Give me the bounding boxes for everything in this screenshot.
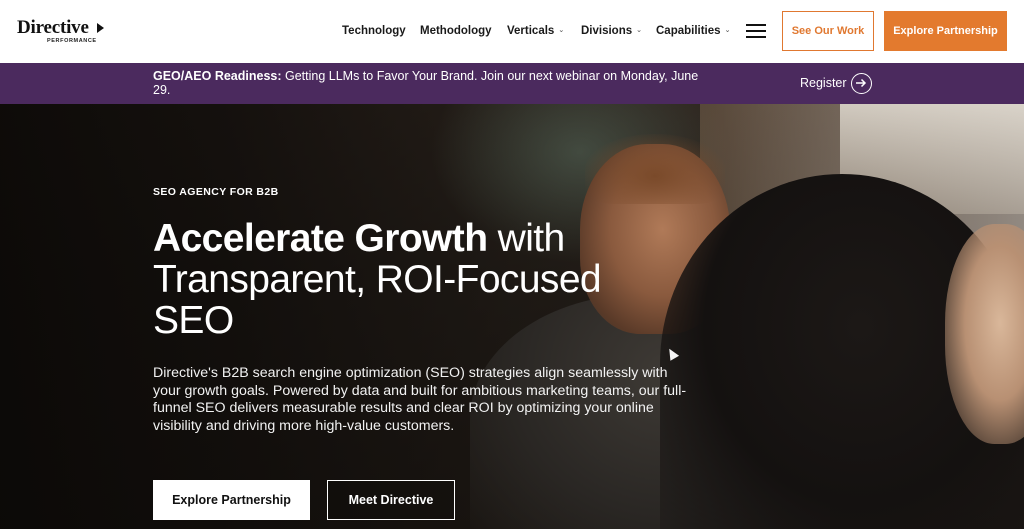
webinar-banner: GEO/AEO Readiness: Getting LLMs to Favor… <box>0 63 1024 104</box>
nav-technology[interactable]: Technology <box>342 25 406 37</box>
register-link[interactable]: Register <box>800 76 847 90</box>
nav-capabilities[interactable]: Capabilities ⌄ <box>656 25 730 37</box>
logo-subtitle: PERFORMANCE <box>47 38 97 44</box>
nav-divisions[interactable]: Divisions ⌄ <box>581 25 642 37</box>
logo-wordmark: Directive <box>17 17 89 38</box>
explore-partnership-header-button[interactable]: Explore Partnership <box>884 11 1007 51</box>
chevron-down-icon: ⌄ <box>558 27 565 34</box>
chevron-down-icon: ⌄ <box>636 27 643 34</box>
nav-methodology[interactable]: Methodology <box>420 25 492 37</box>
hero-description: Directive's B2B search engine optimizati… <box>153 365 687 434</box>
chevron-down-icon: ⌄ <box>724 27 731 34</box>
arrow-right-circle-icon[interactable] <box>851 73 872 94</box>
banner-bold: GEO/AEO Readiness: <box>153 69 282 83</box>
hamburger-icon[interactable] <box>746 24 766 38</box>
nav-verticals[interactable]: Verticals ⌄ <box>507 25 564 37</box>
explore-partnership-button[interactable]: Explore Partnership <box>153 480 310 520</box>
meet-directive-button[interactable]: Meet Directive <box>327 480 455 520</box>
site-header: Directive PERFORMANCE Technology Methodo… <box>0 0 1024 63</box>
see-our-work-button[interactable]: See Our Work <box>782 11 874 51</box>
logo-arrow-icon <box>97 23 104 33</box>
hero-photo-man-hair <box>585 134 725 204</box>
hero-photo-woman-right <box>945 224 1024 444</box>
hero-headline: Accelerate Growth with Transparent, ROI-… <box>153 218 673 341</box>
headline-bold: Accelerate Growth <box>153 217 488 260</box>
banner-message: GEO/AEO Readiness: Getting LLMs to Favor… <box>153 69 713 97</box>
hero-eyebrow: SEO AGENCY FOR B2B <box>153 186 279 198</box>
directive-logo[interactable]: Directive PERFORMANCE <box>17 17 117 45</box>
